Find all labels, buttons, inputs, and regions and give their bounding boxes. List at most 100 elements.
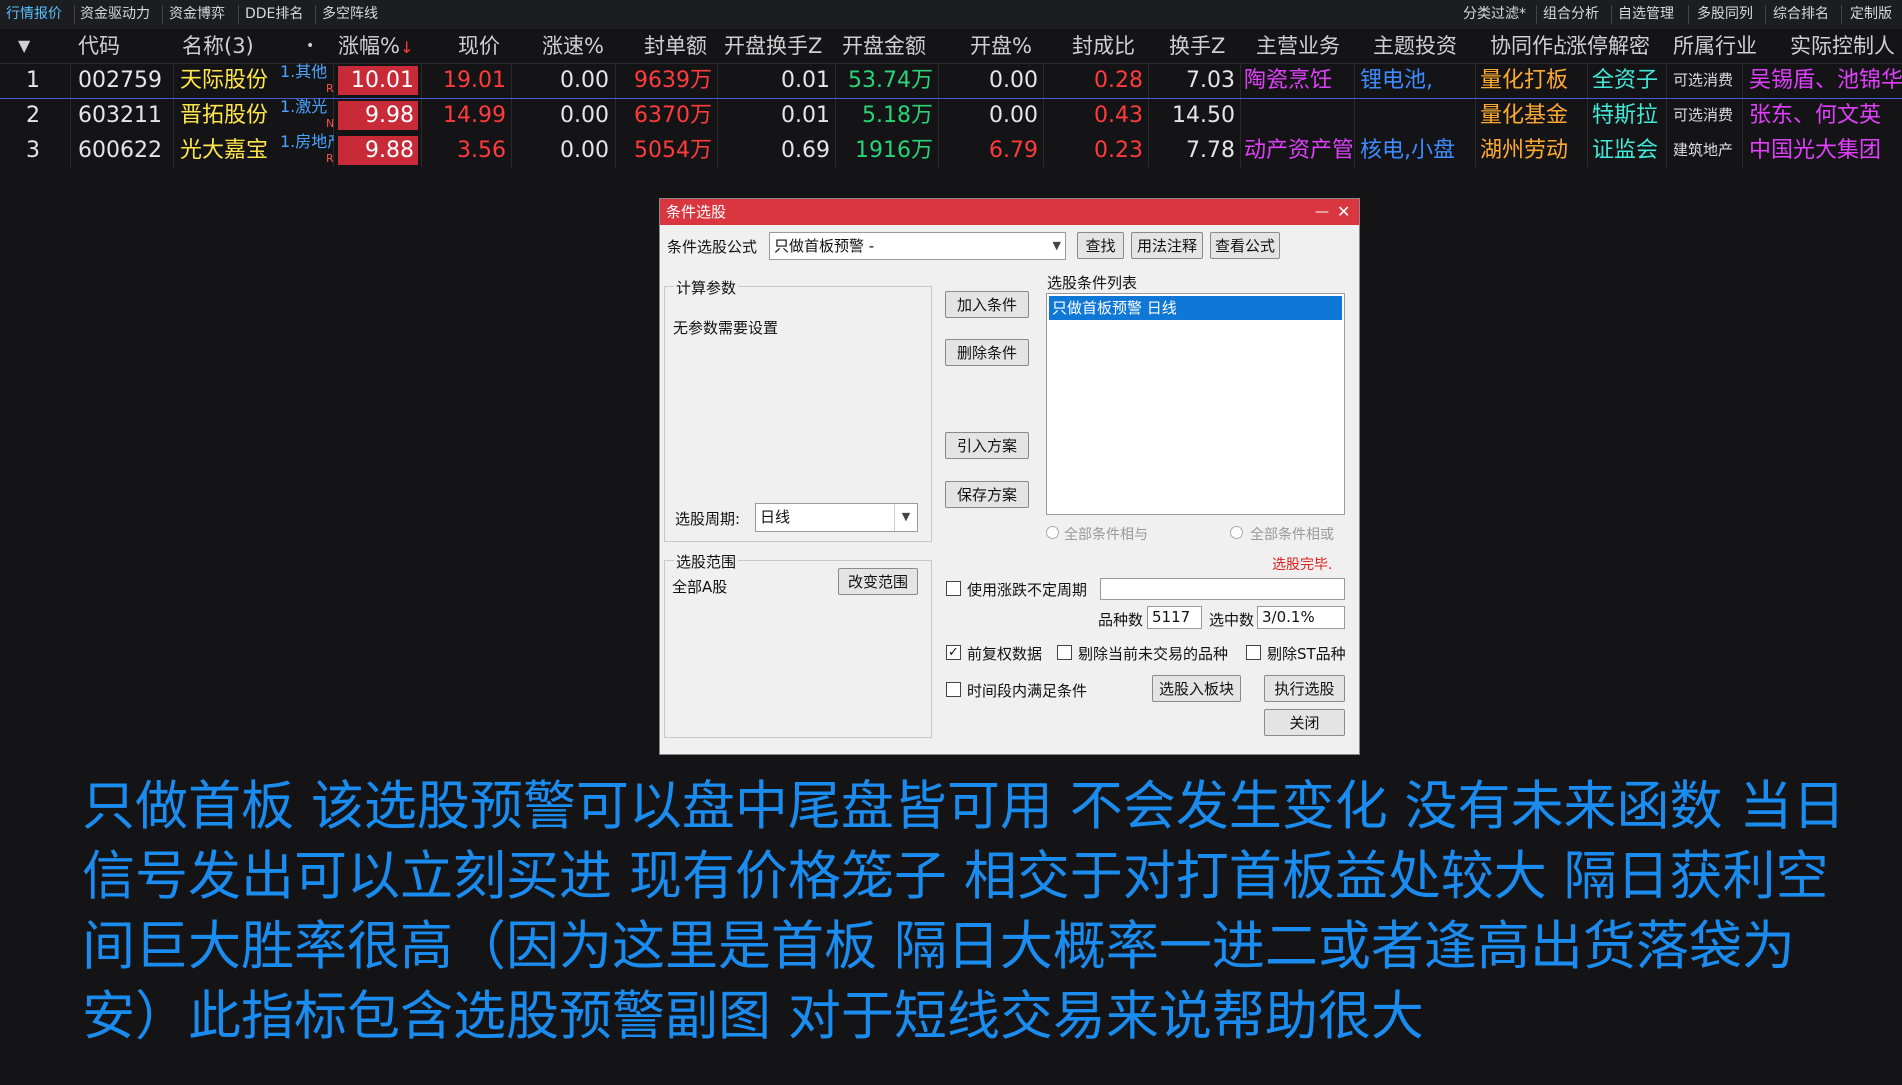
open-amount: 5.18万 bbox=[862, 103, 933, 128]
tab-overall-rank[interactable]: 综合排名 bbox=[1773, 0, 1829, 29]
tab-combo-analysis[interactable]: 组合分析 bbox=[1543, 0, 1599, 29]
main-business bbox=[1244, 98, 1352, 133]
industry: 可选消费 bbox=[1673, 71, 1734, 89]
tab-category-filter[interactable]: 分类过滤* bbox=[1463, 0, 1526, 29]
open-pct: 6.79 bbox=[989, 138, 1038, 163]
tab-multi-stock[interactable]: 多股同列 bbox=[1697, 0, 1753, 29]
col-coop[interactable]: 协同作战 bbox=[1490, 29, 1566, 63]
execute-button[interactable]: 执行选股 bbox=[1264, 675, 1345, 702]
use-period-checkbox[interactable] bbox=[946, 581, 961, 596]
col-open-turnover[interactable]: 开盘换手Z bbox=[724, 29, 822, 63]
dialog-titlebar[interactable]: 条件选股 — ✕ bbox=[660, 199, 1359, 225]
header-menu-icon[interactable]: ▼ bbox=[18, 29, 30, 63]
delete-condition-button[interactable]: 删除条件 bbox=[945, 339, 1029, 366]
radio-and[interactable] bbox=[1046, 526, 1059, 539]
find-button[interactable]: 查找 bbox=[1077, 232, 1124, 259]
price: 19.01 bbox=[443, 68, 506, 93]
table-row[interactable]: 3 600622 光大嘉宝 1.房地产 R 9.88 3.56 0.00 505… bbox=[0, 133, 1902, 168]
controller: 张东、何文英 bbox=[1749, 103, 1882, 128]
main-business: 动产资产管 bbox=[1244, 138, 1352, 163]
params-group-label: 计算参数 bbox=[674, 277, 739, 298]
col-open-pct[interactable]: 开盘% bbox=[970, 29, 1032, 63]
col-code[interactable]: 代码 bbox=[78, 29, 120, 63]
period-select[interactable]: 日线 ▼ bbox=[755, 503, 918, 532]
tab-fund-drive[interactable]: 资金驱动力 bbox=[80, 0, 150, 29]
col-seal-ratio[interactable]: 封成比 bbox=[1072, 29, 1135, 63]
tab-bull-bear[interactable]: 多空阵线 bbox=[322, 0, 378, 29]
tab-dde-rank[interactable]: DDE排名 bbox=[245, 0, 303, 29]
col-open-amount[interactable]: 开盘金额 bbox=[842, 29, 926, 63]
untraded-checkbox[interactable] bbox=[1057, 645, 1072, 660]
seal-amount: 5054万 bbox=[634, 138, 712, 163]
close-button[interactable]: 关闭 bbox=[1264, 709, 1345, 736]
usage-notes-button[interactable]: 用法注释 bbox=[1131, 232, 1203, 259]
turnover: 7.78 bbox=[1186, 138, 1235, 163]
chevron-down-icon: ▼ bbox=[894, 504, 917, 531]
col-turnover[interactable]: 换手Z bbox=[1169, 29, 1225, 63]
st-checkbox[interactable] bbox=[1246, 645, 1261, 660]
col-controller[interactable]: 实际控制人 bbox=[1790, 29, 1902, 63]
col-theme[interactable]: 主题投资 bbox=[1373, 29, 1457, 63]
condition-list-item[interactable]: 只做首板预警 日线 bbox=[1049, 296, 1342, 320]
to-block-button[interactable]: 选股入板块 bbox=[1152, 675, 1241, 702]
price: 3.56 bbox=[457, 138, 506, 163]
save-plan-button[interactable]: 保存方案 bbox=[945, 481, 1029, 508]
col-limit-decode[interactable]: 涨停解密 bbox=[1566, 29, 1650, 63]
tab-custom[interactable]: 定制版 bbox=[1850, 0, 1892, 29]
row-index: 2 bbox=[26, 103, 40, 128]
top-tab-bar: 行情报价 资金驱动力 资金博弈 DDE排名 多空阵线 分类过滤* 组合分析 自选… bbox=[0, 0, 1902, 30]
col-industry[interactable]: 所属行业 bbox=[1673, 29, 1757, 63]
col-speed[interactable]: 涨速% bbox=[542, 29, 604, 63]
industry: 可选消费 bbox=[1673, 106, 1734, 124]
limit-decode: 证监会 bbox=[1592, 138, 1659, 163]
coop: 湖州劳动 bbox=[1480, 138, 1569, 163]
period-range-input[interactable] bbox=[1100, 578, 1345, 600]
view-formula-button[interactable]: 查看公式 bbox=[1210, 232, 1280, 259]
seal-amount: 6370万 bbox=[634, 103, 712, 128]
col-seal-amount[interactable]: 封单额 bbox=[644, 29, 707, 63]
industry: 建筑地产 bbox=[1673, 141, 1734, 159]
timerange-checkbox[interactable] bbox=[946, 682, 961, 697]
stock-code: 002759 bbox=[78, 68, 162, 93]
sort-down-icon: ↓ bbox=[399, 38, 414, 57]
col-main-business[interactable]: 主营业务 bbox=[1256, 29, 1340, 63]
tab-quotes[interactable]: 行情报价 bbox=[6, 0, 62, 29]
speed: 0.00 bbox=[560, 103, 609, 128]
limit-decode: 全资子 bbox=[1592, 68, 1659, 93]
stock-name: 光大嘉宝 bbox=[180, 138, 269, 163]
open-amount: 53.74万 bbox=[848, 68, 933, 93]
stock-flag: R bbox=[326, 82, 334, 95]
table-row[interactable]: 2 603211 晋拓股份 1.激光 N 9.98 14.99 0.00 637… bbox=[0, 98, 1902, 133]
untraded-label: 剔除当前未交易的品种 bbox=[1078, 645, 1229, 663]
seal-ratio: 0.23 bbox=[1094, 138, 1143, 163]
formula-value: 只做首板预警 - bbox=[774, 237, 875, 255]
radio-or[interactable] bbox=[1230, 526, 1243, 539]
col-price[interactable]: 现价 bbox=[458, 29, 500, 63]
theme bbox=[1360, 98, 1472, 133]
col-change-pct[interactable]: 涨幅%↓ bbox=[338, 29, 413, 63]
formula-select[interactable]: 只做首板预警 - ▼ bbox=[769, 232, 1066, 260]
period-value: 日线 bbox=[760, 508, 791, 526]
count-label: 品种数 bbox=[1098, 611, 1144, 629]
scope-value: 全部A股 bbox=[672, 578, 728, 596]
stock-code: 603211 bbox=[78, 103, 162, 128]
price: 14.99 bbox=[443, 103, 506, 128]
table-row[interactable]: 1 002759 天际股份 1.其他 R 10.01 19.01 0.00 96… bbox=[0, 63, 1902, 99]
hit-value: 3/0.1% bbox=[1257, 606, 1345, 629]
seal-amount: 9639万 bbox=[634, 68, 712, 93]
condition-list[interactable]: 只做首板预警 日线 bbox=[1046, 293, 1345, 515]
tab-fund-game[interactable]: 资金博弈 bbox=[169, 0, 225, 29]
adjust-checkbox[interactable]: ✓ bbox=[946, 645, 961, 660]
hit-label: 选中数 bbox=[1209, 611, 1255, 629]
close-icon[interactable]: ✕ bbox=[1337, 199, 1350, 225]
condition-list-label: 选股条件列表 bbox=[1047, 274, 1138, 292]
minimize-icon[interactable]: — bbox=[1315, 199, 1329, 225]
import-plan-button[interactable]: 引入方案 bbox=[945, 432, 1029, 459]
status-text: 选股完毕. bbox=[1272, 557, 1333, 573]
col-name[interactable]: 名称(3) bbox=[182, 29, 254, 63]
change-pct: 9.98 bbox=[338, 101, 418, 130]
change-scope-button[interactable]: 改变范围 bbox=[838, 568, 918, 595]
open-turnover: 0.01 bbox=[781, 68, 830, 93]
add-condition-button[interactable]: 加入条件 bbox=[945, 291, 1029, 318]
tab-watchlist[interactable]: 自选管理 bbox=[1618, 0, 1674, 29]
